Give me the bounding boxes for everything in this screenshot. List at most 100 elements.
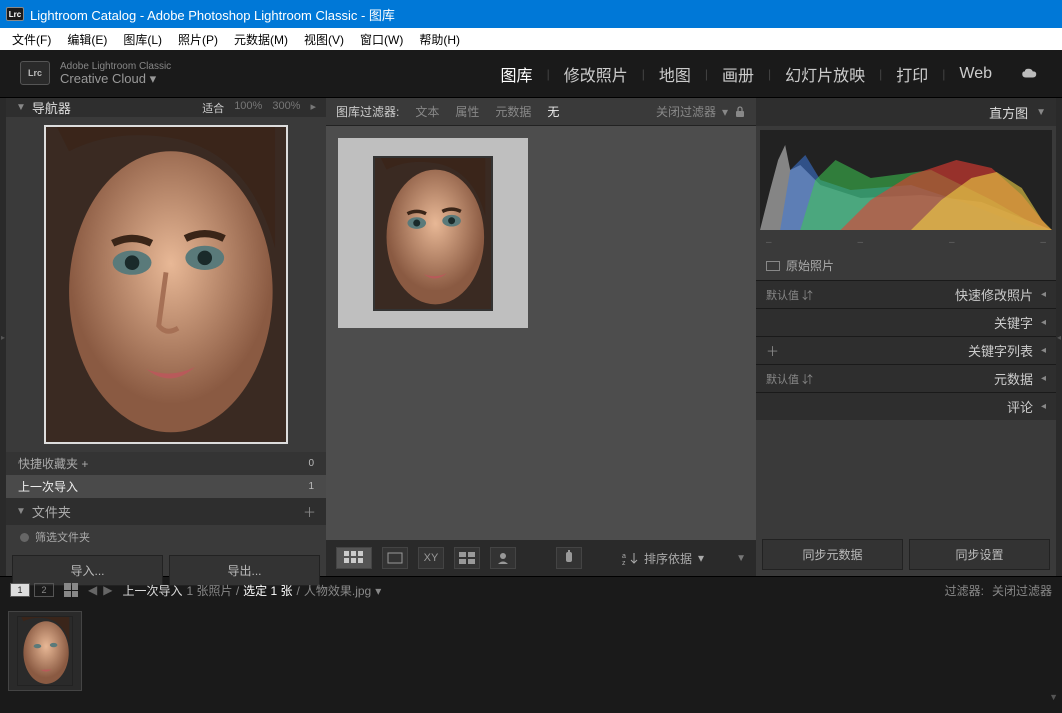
folders-title: 文件夹 — [32, 502, 71, 521]
filmstrip-collapse-icon[interactable]: ▼ — [1049, 692, 1058, 702]
grid-view[interactable] — [326, 126, 756, 540]
filter-folders-label: 筛选文件夹 — [35, 529, 90, 545]
module-book[interactable]: 画册 — [708, 58, 768, 90]
svg-text:a: a — [622, 553, 626, 560]
quick-collection-row[interactable]: 快捷收藏夹 + 0 — [6, 452, 326, 475]
original-photo-label: 原始照片 — [786, 257, 834, 274]
histogram-title: 直方图 — [989, 103, 1028, 122]
status-dot-icon — [20, 533, 29, 542]
sync-row: 同步元数据 同步设置 — [756, 533, 1056, 576]
chevron-down-icon: ▼ — [16, 506, 26, 517]
add-keyword-icon[interactable]: ＋ — [766, 341, 779, 360]
module-develop[interactable]: 修改照片 — [550, 58, 642, 90]
last-import-row[interactable]: 上一次导入 1 — [6, 475, 326, 498]
module-library[interactable]: 图库 — [487, 58, 547, 90]
center-area: 图库过滤器: 文本 属性 元数据 无 关闭过滤器 ▾ — [326, 98, 756, 576]
filmstrip-thumb[interactable] — [8, 611, 82, 691]
screen-2[interactable]: 2 — [34, 583, 54, 597]
filmstrip-thumbs[interactable] — [0, 603, 1062, 702]
histogram-footer: –––– — [756, 234, 1056, 251]
filter-none[interactable]: 无 — [547, 103, 559, 120]
module-slideshow[interactable]: 幻灯片放映 — [771, 58, 879, 90]
chevron-left-icon: ◂ — [1041, 373, 1046, 384]
navigator-preview[interactable] — [6, 117, 326, 452]
svg-text:z: z — [622, 560, 626, 565]
sort-control[interactable]: az 排序依据 ▾ — [622, 550, 704, 567]
grid-cell[interactable] — [338, 138, 528, 328]
fs-filter-value[interactable]: 关闭过滤器 — [992, 582, 1052, 599]
filter-label: 图库过滤器: — [336, 103, 399, 120]
zoom-100[interactable]: 100% — [234, 100, 262, 116]
last-import-label: 上一次导入 — [18, 478, 78, 495]
filter-folders-row[interactable]: 筛选文件夹 — [6, 525, 326, 549]
metadata-label: 元数据 — [994, 369, 1033, 388]
selected-count: 选定 1 张 — [243, 582, 292, 599]
view-grid-icon[interactable] — [336, 547, 372, 569]
workspace: ▼ 导航器 适合 100% 300% ▸ — [0, 98, 1062, 576]
left-panel: ▼ 导航器 适合 100% 300% ▸ — [6, 98, 326, 576]
zoom-fit[interactable]: 适合 — [202, 100, 224, 116]
brand: Lrc Adobe Lightroom Classic Creative Clo… — [20, 61, 171, 86]
folders-header[interactable]: ▼ 文件夹 ＋ — [6, 498, 326, 525]
sort-icon: az — [622, 551, 638, 565]
preset-default[interactable]: 默认值 ⇵ — [766, 287, 813, 303]
brand-icon: Lrc — [20, 61, 50, 85]
filter-attr[interactable]: 属性 — [455, 103, 479, 120]
keywords-label: 关键字 — [994, 313, 1033, 332]
module-print[interactable]: 打印 — [882, 58, 942, 90]
add-folder-icon[interactable]: ＋ — [303, 502, 316, 521]
toolbar-more-icon[interactable]: ▼ — [736, 553, 746, 564]
metadata-preset[interactable]: 默认值 ⇵ — [766, 371, 813, 387]
histogram[interactable] — [760, 130, 1052, 230]
view-compare-icon[interactable]: XY — [418, 547, 444, 569]
right-panel-toggle[interactable] — [1056, 98, 1062, 576]
module-web[interactable]: Web — [945, 61, 1006, 87]
sync-settings-button[interactable]: 同步设置 — [909, 539, 1050, 570]
sync-metadata-button[interactable]: 同步元数据 — [762, 539, 903, 570]
menu-file[interactable]: 文件(F) — [4, 29, 59, 50]
comments-label: 评论 — [1007, 397, 1033, 416]
brand-line2: Creative Cloud ▾ — [60, 72, 171, 86]
nav-forward-icon[interactable]: ▶ — [103, 583, 112, 597]
filter-metadata[interactable]: 元数据 — [495, 103, 531, 120]
navigator-header[interactable]: ▼ 导航器 适合 100% 300% ▸ — [6, 98, 326, 117]
module-map[interactable]: 地图 — [645, 58, 705, 90]
zoom-more-icon[interactable]: ▸ — [310, 100, 316, 116]
screen-indicators: 1 2 — [10, 583, 54, 597]
histogram-header[interactable]: 直方图 ▼ — [756, 98, 1056, 126]
nav-back-icon[interactable]: ◀ — [88, 583, 97, 597]
screen-1[interactable]: 1 — [10, 583, 30, 597]
keywords-header[interactable]: 关键字 ◂ — [756, 308, 1056, 336]
view-survey-icon[interactable] — [454, 547, 480, 569]
secondary-grid-icon[interactable] — [64, 583, 78, 597]
zoom-300[interactable]: 300% — [272, 100, 300, 116]
filter-text[interactable]: 文本 — [415, 103, 439, 120]
original-photo-row[interactable]: 原始照片 — [756, 251, 1056, 280]
comments-header[interactable]: 评论 ◂ — [756, 392, 1056, 420]
menu-library[interactable]: 图库(L) — [115, 29, 170, 50]
painter-tool-icon[interactable] — [556, 547, 582, 569]
menu-metadata[interactable]: 元数据(M) — [226, 29, 296, 50]
chevron-left-icon: ◂ — [1041, 345, 1046, 356]
close-filter-dropdown[interactable]: 关闭过滤器 — [656, 103, 716, 120]
keyword-list-header[interactable]: ＋ 关键字列表 ◂ — [756, 336, 1056, 364]
view-people-icon[interactable] — [490, 547, 516, 569]
metadata-header[interactable]: 默认值 ⇵ 元数据 ◂ — [756, 364, 1056, 392]
chevron-left-icon: ◂ — [1041, 401, 1046, 412]
catalog-section: 快捷收藏夹 + 0 上一次导入 1 — [6, 452, 326, 498]
thumbnail[interactable] — [373, 156, 493, 311]
menu-window[interactable]: 窗口(W) — [352, 29, 411, 50]
cloud-sync-icon[interactable] — [1020, 67, 1042, 81]
center-toolbar: XY az 排序依据 ▾ ▼ — [326, 540, 756, 576]
menu-view[interactable]: 视图(V) — [296, 29, 352, 50]
lock-icon[interactable] — [734, 106, 746, 118]
filmstrip-path[interactable]: 上一次导入 1 张照片 / 选定 1 张 / 人物效果.jpg ▾ — [122, 582, 381, 599]
menu-edit[interactable]: 编辑(E) — [59, 29, 115, 50]
quick-develop-header[interactable]: 默认值 ⇵ 快速修改照片 ◂ — [756, 280, 1056, 308]
module-picker: 图库| 修改照片| 地图| 画册| 幻灯片放映| 打印| Web — [487, 58, 1042, 90]
view-loupe-icon[interactable] — [382, 547, 408, 569]
menu-photo[interactable]: 照片(P) — [170, 29, 226, 50]
filmstrip: 1 2 ◀ ▶ 上一次导入 1 张照片 / 选定 1 张 / 人物效果.jpg … — [0, 576, 1062, 706]
menu-help[interactable]: 帮助(H) — [411, 29, 468, 50]
photo-count: 1 张照片 / — [186, 582, 239, 599]
